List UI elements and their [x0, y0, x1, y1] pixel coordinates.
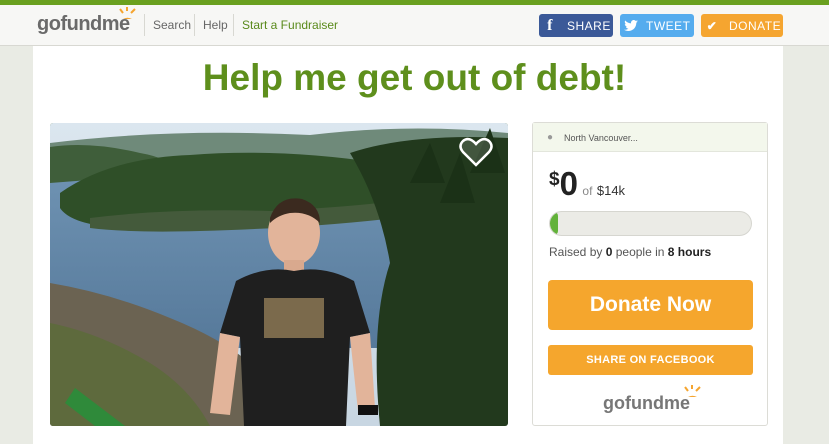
raised-prefix: Raised by — [549, 245, 606, 259]
people-mid: people in — [612, 245, 668, 259]
duration: 8 hours — [667, 245, 712, 259]
raised-summary: Raised by 0 people in 8 hours — [549, 245, 711, 259]
nav-search-link[interactable]: Search — [153, 18, 191, 32]
facebook-icon: f — [547, 16, 553, 34]
share-on-facebook-button[interactable]: SHARE ON FACEBOOK — [548, 345, 753, 375]
nav-divider — [144, 14, 145, 36]
twitter-icon — [620, 14, 642, 37]
logo-go: go — [37, 13, 61, 35]
sun-logo-icon — [119, 7, 136, 19]
goal-amount: $14k — [596, 183, 626, 198]
card-gofundme-logo: gofundme — [603, 385, 701, 414]
facebook-share-button[interactable]: f SHARE — [539, 14, 613, 37]
nav-divider — [194, 14, 195, 36]
progress-bar — [549, 211, 752, 236]
nav-help-link[interactable]: Help — [203, 18, 228, 32]
campaign-title: Help me get out of debt! — [202, 57, 627, 98]
nav-start-fundraiser-link[interactable]: Start a Fundraiser — [242, 18, 338, 32]
campaign-photo-image — [50, 123, 508, 426]
site-header: gofundme Search Help Start a Fundraiser … — [0, 5, 829, 46]
location-pin-icon: ● — [547, 132, 554, 143]
raised-amount: 0 — [559, 165, 578, 202]
card-logo-go: go — [603, 393, 625, 413]
location-text: North Vancouver... — [564, 133, 638, 143]
nav-divider — [233, 14, 234, 36]
heart-icon[interactable] — [459, 137, 493, 167]
header-donate-label: DONATE — [729, 18, 782, 33]
currency-symbol: $ — [549, 169, 560, 190]
sun-logo-icon — [684, 385, 701, 397]
tweet-label: TWEET — [646, 18, 691, 33]
campaign-photo[interactable] — [50, 123, 508, 426]
checkmark-icon: ✔ — [706, 18, 718, 33]
tweet-button[interactable]: TWEET — [620, 14, 694, 37]
amount-raised: $0 of $14k — [549, 165, 625, 203]
card-logo-fund: fund — [625, 393, 664, 413]
progress-fill — [550, 212, 559, 235]
of-label: of — [582, 184, 593, 198]
donation-card: ● North Vancouver... $0 of $14k Raised b… — [532, 122, 768, 426]
donate-now-button[interactable]: Donate Now — [548, 280, 753, 330]
location-bar: ● North Vancouver... — [533, 123, 767, 152]
logo-fund: fund — [60, 13, 102, 35]
gofundme-logo[interactable]: gofundme — [37, 7, 136, 36]
facebook-share-label: SHARE — [567, 18, 611, 33]
header-donate-button[interactable]: ✔ DONATE — [701, 14, 783, 37]
